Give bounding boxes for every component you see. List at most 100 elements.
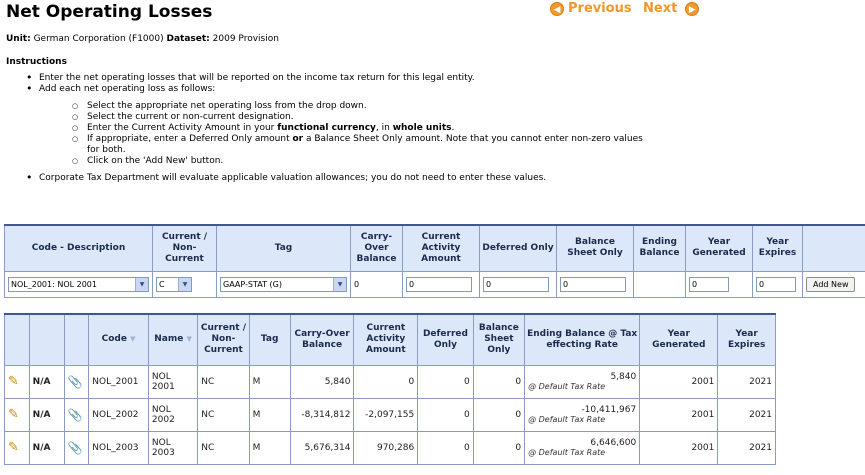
- paperclip-icon[interactable]: 📎: [68, 441, 83, 455]
- header-balance-sheet: Balance Sheet Only: [556, 224, 634, 272]
- instruction-text: a Balance Sheet Only amount. Note that y…: [303, 134, 643, 144]
- header-name-label: Name: [154, 334, 184, 345]
- instruction-text: , in: [375, 123, 393, 133]
- ending-balance-cell: [633, 270, 686, 298]
- instruction-item: Enter the net operating losses that will…: [26, 72, 643, 84]
- header-current-activity: Current Activity Amount: [402, 224, 480, 272]
- activity-cell: 0: [353, 364, 419, 399]
- header-code[interactable]: Code ▼: [88, 313, 149, 366]
- chevron-down-icon[interactable]: ▼: [178, 277, 191, 291]
- tag-select-value: GAAP-STAT (G): [223, 279, 282, 289]
- header-current: Current / Non-Current: [152, 224, 217, 272]
- header-ending-balance[interactable]: Ending Balance @ Tax effecting Rate: [524, 313, 641, 366]
- action-cell: Add New: [802, 270, 865, 298]
- code-select[interactable]: NOL_2001: NOL 2001 ▼: [8, 276, 149, 292]
- current-activity-input[interactable]: [406, 276, 472, 292]
- current-select[interactable]: C ▼: [156, 276, 192, 292]
- previous-link[interactable]: ◀ Previous: [550, 1, 632, 16]
- ending-balance-value: -10,411,967: [581, 405, 637, 415]
- header-tag[interactable]: Tag: [248, 313, 291, 366]
- table-row: ✎ N/A 📎 NOL_2002 NOL 2002 NC M -8,314,81…: [4, 397, 776, 432]
- edit-cell: ✎: [4, 364, 30, 399]
- deferred-only-input[interactable]: [483, 276, 549, 292]
- edit-cell: ✎: [4, 397, 30, 432]
- chevron-down-icon[interactable]: ▼: [333, 277, 346, 291]
- name-cell: NOL 2003: [147, 430, 199, 465]
- pencil-icon[interactable]: ✎: [8, 440, 19, 455]
- ending-balance-cell: -10,411,967 @ Default Tax Rate: [524, 397, 641, 432]
- year-expires-cell: 2021: [717, 397, 776, 432]
- ending-balance-value: 6,646,600: [590, 438, 637, 448]
- instruction-emphasis: functional currency: [277, 123, 376, 133]
- header-year-expires[interactable]: Year Expires: [717, 313, 776, 366]
- header-current-activity[interactable]: Current Activity Amount: [353, 313, 419, 366]
- unit-label: Unit:: [6, 34, 31, 44]
- previous-arrow-icon: ◀: [550, 1, 564, 16]
- sort-icon[interactable]: ▼: [130, 335, 135, 343]
- na-cell: N/A: [28, 364, 65, 399]
- dataset-label: Dataset:: [166, 34, 210, 44]
- tag-cell: M: [248, 397, 291, 432]
- header-current[interactable]: Current / Non-Current: [197, 313, 250, 366]
- year-expires-input[interactable]: [756, 276, 796, 292]
- ending-balance-cell: 5,840 @ Default Tax Rate: [524, 364, 641, 399]
- chevron-down-icon[interactable]: ▼: [135, 277, 148, 291]
- code-cell: NOL_2001: [88, 364, 149, 399]
- previous-label: Previous: [568, 1, 632, 16]
- instructions-list: Enter the net operating losses that will…: [26, 72, 643, 184]
- tag-select[interactable]: GAAP-STAT (G) ▼: [220, 276, 347, 292]
- table-row: ✎ N/A 📎 NOL_2003 NOL 2003 NC M 5,676,314…: [4, 430, 776, 465]
- instruction-text: .: [451, 123, 455, 133]
- name-cell: NOL 2001: [147, 364, 199, 399]
- balance-sheet-only-input[interactable]: [560, 276, 626, 292]
- instruction-text: for both.: [87, 145, 126, 155]
- attach-cell: 📎: [63, 430, 90, 465]
- header-code-description: Code - Description: [4, 224, 153, 272]
- header-name[interactable]: Name ▼: [147, 313, 199, 366]
- header-ending-balance: Ending Balance: [633, 224, 686, 272]
- header-code-label: Code: [101, 334, 127, 345]
- current-cell: NC: [197, 397, 250, 432]
- current-cell: NC: [197, 430, 250, 465]
- tax-rate-note: @ Default Tax Rate: [528, 415, 606, 424]
- header-attach: [63, 313, 90, 366]
- instruction-subitem: Select the current or non-current design…: [26, 112, 643, 123]
- instruction-emphasis: or: [292, 134, 304, 144]
- name-cell: NOL 2002: [147, 397, 199, 432]
- balance-sheet-cell: [556, 270, 634, 298]
- tax-rate-note: @ Default Tax Rate: [528, 382, 606, 391]
- edit-cell: ✎: [4, 430, 30, 465]
- paperclip-icon[interactable]: 📎: [68, 408, 83, 422]
- instruction-text: If appropriate, enter a Deferred Only am…: [87, 134, 293, 144]
- activity-cell: [402, 270, 480, 298]
- carry-over-value: 0: [350, 270, 403, 298]
- code-cell: NOL_2001: NOL 2001 ▼: [4, 270, 153, 298]
- year-generated-input[interactable]: [689, 276, 729, 292]
- header-carry-over: Carry-Over Balance: [350, 224, 403, 272]
- header-deferred[interactable]: Deferred Only: [417, 313, 474, 366]
- year-expires-cell: 2021: [717, 430, 776, 465]
- year-expires-cell: 2021: [717, 364, 776, 399]
- pencil-icon[interactable]: ✎: [8, 374, 19, 389]
- header-tag: Tag: [216, 224, 351, 272]
- balance-sheet-cell: 0: [472, 430, 526, 465]
- next-arrow-icon: ▶: [685, 1, 700, 16]
- current-cell: NC: [197, 364, 250, 399]
- carry-over-cell: -8,314,812: [289, 397, 355, 432]
- code-cell: NOL_2002: [88, 397, 149, 432]
- attach-cell: 📎: [63, 364, 90, 399]
- carry-over-cell: 5,676,314: [289, 430, 355, 465]
- instruction-text: Enter the Current Activity Amount in you…: [87, 123, 278, 133]
- header-balance-sheet[interactable]: Balance Sheet Only: [472, 313, 526, 366]
- instruction-subitem: Click on the 'Add New' button.: [26, 156, 643, 167]
- add-new-button[interactable]: Add New: [806, 276, 856, 292]
- header-action: [802, 224, 865, 272]
- activity-cell: -2,097,155: [353, 397, 419, 432]
- sort-icon[interactable]: ▼: [186, 335, 191, 343]
- header-year-generated[interactable]: Year Generated: [639, 313, 719, 366]
- header-carry-over[interactable]: Carry-Over Balance: [289, 313, 355, 366]
- paperclip-icon[interactable]: 📎: [68, 375, 83, 389]
- pencil-icon[interactable]: ✎: [8, 407, 19, 422]
- next-link[interactable]: Next ▶: [643, 1, 700, 16]
- table-row: ✎ N/A 📎 NOL_2001 NOL 2001 NC M 5,840 0 0…: [4, 364, 776, 399]
